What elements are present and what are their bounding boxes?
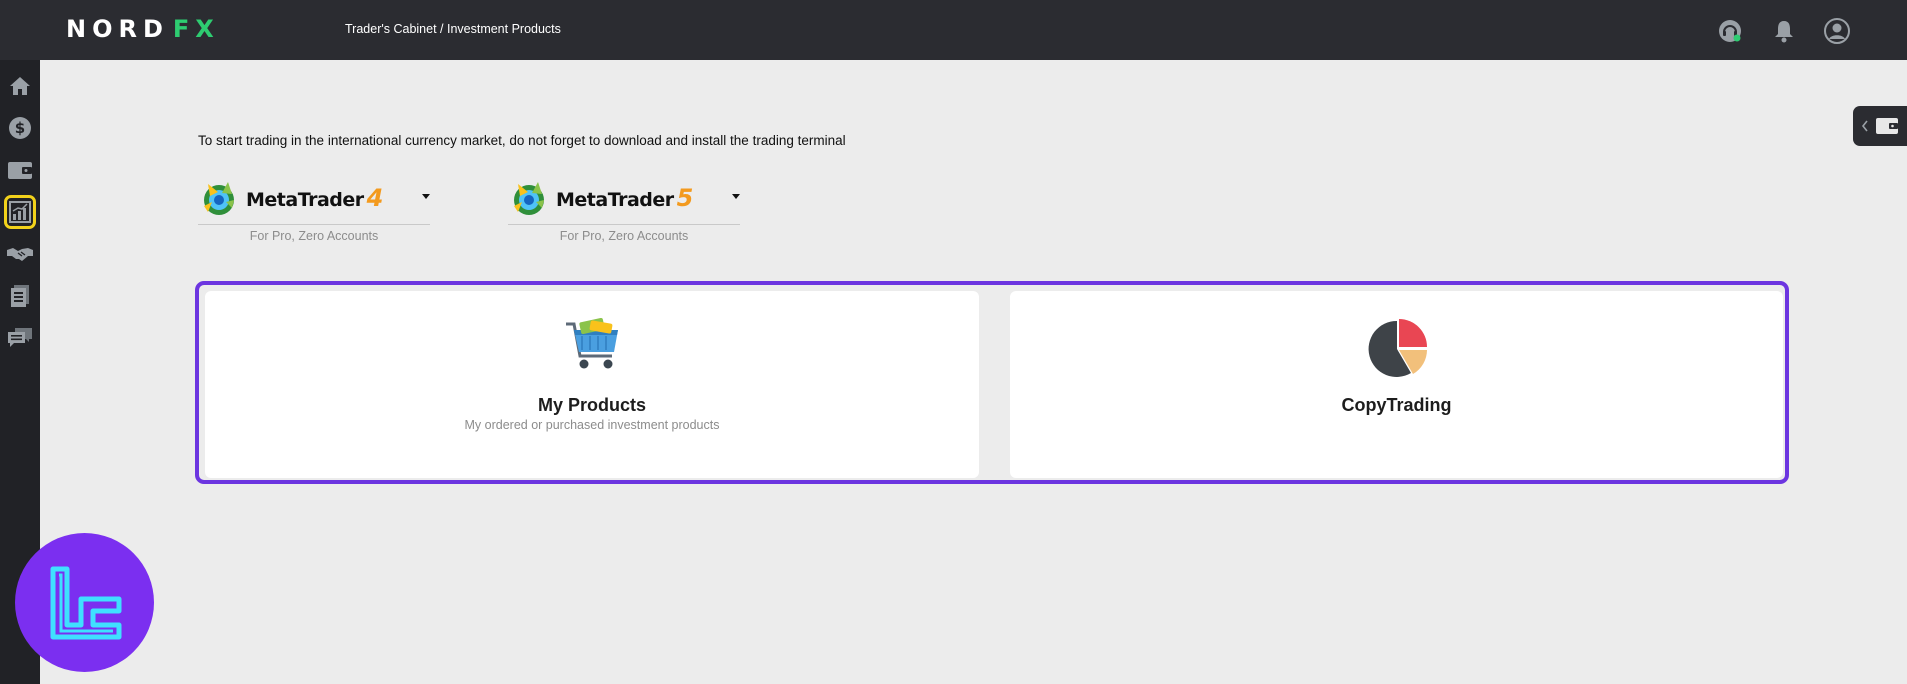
sidebar-item-documents[interactable] <box>4 279 36 313</box>
brand-watermark-logo <box>15 533 154 672</box>
sidebar-item-messages[interactable] <box>4 321 36 355</box>
my-products-title: My Products <box>537 395 647 415</box>
metatrader5-dropdown[interactable]: MetaTrader 5 <box>508 172 740 225</box>
nordfx-logo[interactable]: NORD FX <box>66 15 220 43</box>
investment-chart-icon <box>9 201 31 223</box>
wallet-icon <box>1876 118 1898 134</box>
logo-text-right: FX <box>172 15 220 43</box>
logo-text-left: NORD <box>66 15 169 43</box>
documents-icon <box>11 285 29 307</box>
mt4-version: 4 <box>366 184 384 212</box>
my-products-description: My ordered or purchased investment produ… <box>464 418 720 432</box>
terminal-download-notice: To start trading in the international cu… <box>198 133 846 148</box>
chevron-left-icon <box>1861 120 1868 132</box>
shopping-cart-icon <box>566 318 618 369</box>
mt5-subtitle: For Pro, Zero Accounts <box>559 229 689 243</box>
sidebar-item-home[interactable] <box>4 69 36 103</box>
handshake-icon <box>7 248 33 261</box>
metatrader-logo-icon <box>204 182 234 215</box>
top-bar: NORD FX Trader's Cabinet / Investment Pr… <box>0 0 1907 60</box>
copytrading-title: CopyTrading <box>1341 395 1452 415</box>
wallet-panel-toggle[interactable] <box>1853 106 1907 146</box>
sidebar-item-partnership[interactable] <box>4 237 36 271</box>
sidebar-item-investments[interactable] <box>4 195 36 229</box>
sidebar-item-wallet[interactable] <box>4 153 36 187</box>
svg-text:$: $ <box>15 119 25 137</box>
wallet-icon <box>8 162 32 179</box>
pie-chart-icon <box>1368 319 1427 377</box>
my-products-card[interactable]: My Products My ordered or purchased inve… <box>205 291 979 478</box>
caret-down-icon <box>422 194 430 199</box>
mt5-version: 5 <box>676 184 694 212</box>
sidebar-item-deposit[interactable]: $ <box>4 111 36 145</box>
user-avatar-icon[interactable] <box>1823 17 1851 45</box>
metatrader-logo-icon <box>514 182 544 215</box>
investment-products-frame: My Products My ordered or purchased inve… <box>195 281 1789 484</box>
home-icon <box>10 77 30 95</box>
metatrader4-dropdown[interactable]: MetaTrader 4 <box>198 172 430 225</box>
caret-down-icon <box>732 194 740 199</box>
mt5-title: MetaTrader 5 <box>556 184 693 212</box>
copytrading-card[interactable]: CopyTrading <box>1010 291 1783 478</box>
bell-icon[interactable] <box>1770 17 1798 45</box>
support-headset-icon[interactable] <box>1716 17 1744 45</box>
breadcrumb: Trader's Cabinet / Investment Products <box>345 22 561 36</box>
chat-icon <box>8 328 32 347</box>
dollar-icon: $ <box>9 117 31 139</box>
mt4-subtitle: For Pro, Zero Accounts <box>249 229 379 243</box>
mt4-title: MetaTrader 4 <box>246 184 383 212</box>
